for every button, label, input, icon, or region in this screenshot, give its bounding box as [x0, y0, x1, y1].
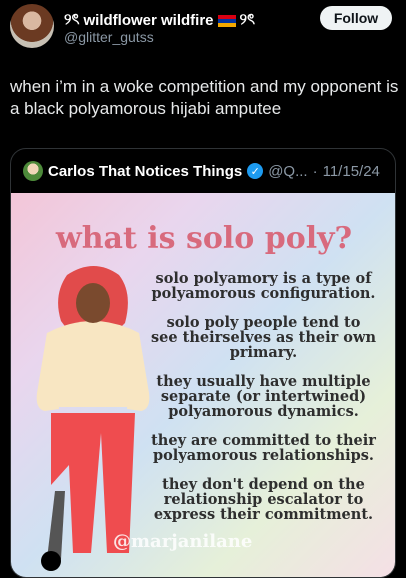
watermark: @marjanilane: [113, 531, 253, 552]
quoted-handle[interactable]: @Q...: [268, 163, 307, 180]
quoted-tweet[interactable]: Carlos That Notices Things ✓ @Q... · 11/…: [10, 148, 396, 578]
image-line: solo poly people tend to see theirselves…: [151, 314, 376, 361]
avatar[interactable]: [10, 4, 54, 48]
image-line: they don't depend on the relationship es…: [153, 476, 374, 523]
tweet-header: ୨ৎ wildflower wildfire ୨ৎ @glitter_gutss…: [0, 0, 406, 60]
follow-button[interactable]: Follow: [320, 6, 392, 30]
image-text-block: solo polyamory is a type of polyamorous …: [151, 271, 376, 536]
quote-header: Carlos That Notices Things ✓ @Q... · 11/…: [23, 161, 380, 181]
display-name-text: wildflower wildfire: [83, 12, 214, 29]
quoted-name[interactable]: Carlos That Notices Things: [48, 163, 242, 180]
handle[interactable]: @glitter_gutss: [64, 29, 154, 45]
quoted-date[interactable]: 11/15/24: [323, 163, 380, 180]
quoted-avatar[interactable]: [23, 161, 43, 181]
verified-badge-icon: ✓: [247, 163, 264, 179]
image-line: they are committed to their polyamorous …: [151, 432, 376, 464]
image-line: they usually have multiple separate (or …: [156, 373, 371, 420]
meta-separator: ·: [312, 162, 318, 180]
tweet-text: when i’m in a woke competition and my op…: [10, 77, 399, 118]
image-line: solo polyamory is a type of polyamorous …: [151, 270, 376, 302]
armenia-flag-icon: [217, 14, 236, 27]
image-title: what is solo poly?: [55, 221, 353, 256]
name-emoji-right: ୨ৎ: [239, 11, 256, 28]
quoted-image[interactable]: what is solo poly? solo polyamory is a t…: [11, 193, 395, 577]
